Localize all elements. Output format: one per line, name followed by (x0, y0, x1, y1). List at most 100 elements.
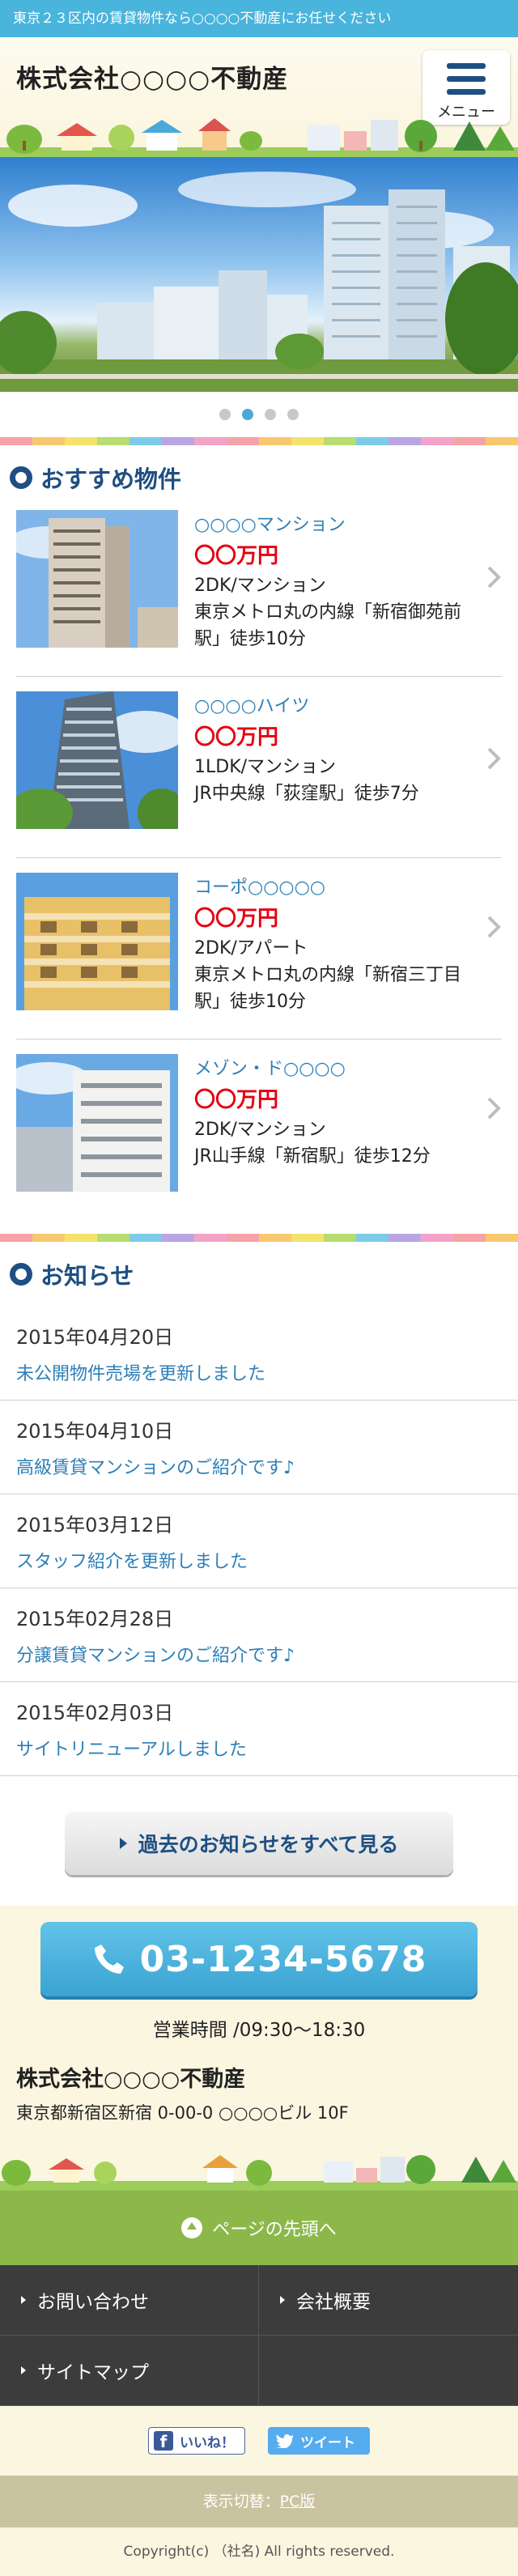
news-date: 2015年02月28日 (16, 1608, 174, 1630)
footer-nav-empty (259, 2336, 518, 2406)
property-photo (16, 691, 178, 829)
slider-dot[interactable] (287, 409, 299, 420)
chevron-right-icon (486, 915, 502, 939)
news-link[interactable]: 分譲賃貸マンションのご紹介です♪ (16, 1641, 502, 1667)
triangle-right-icon (280, 2296, 285, 2304)
triangle-right-icon (21, 2296, 26, 2304)
news-link[interactable]: 高級賃貸マンションのご紹介です♪ (16, 1453, 502, 1479)
news-date: 2015年02月03日 (16, 1702, 174, 1724)
property-info: ○○○○マンション 〇〇万円 2DK/マンション 東京メトロ丸の内線「新宿御苑前… (194, 510, 478, 653)
arrow-up-icon (181, 2217, 203, 2238)
hamburger-icon (447, 63, 486, 96)
property-photo (16, 1054, 178, 1192)
property-price: 〇〇万円 (194, 1088, 279, 1112)
property-type: 1LDK/マンション (194, 757, 337, 777)
facebook-like-button[interactable]: f いいね！ (148, 2427, 245, 2455)
triangle-right-icon (119, 1838, 127, 1849)
facebook-like-label: いいね！ (180, 2434, 235, 2451)
news-link[interactable]: 未公開物件売場を更新しました (16, 1359, 502, 1385)
news-item[interactable]: 2015年04月20日 未公開物件売場を更新しました (0, 1307, 518, 1401)
property-info: メゾン・ド○○○○ 〇〇万円 2DK/マンション JR山手線「新宿駅」徒歩12分 (194, 1054, 478, 1170)
rainbow-divider (0, 437, 518, 445)
footer-nav-label: サイトマップ (37, 2362, 149, 2383)
footer-nav: お問い合わせ 会社概要 サイトマップ (0, 2265, 518, 2406)
copyright: Copyright(c) （社名) All rights reserved. (0, 2527, 518, 2576)
property-list: ○○○○マンション 〇〇万円 2DK/マンション 東京メトロ丸の内線「新宿御苑前… (0, 510, 518, 1234)
section-title-text: おすすめ物件 (40, 465, 182, 493)
property-item[interactable]: ○○○○マンション 〇〇万円 2DK/マンション 東京メトロ丸の内線「新宿御苑前… (16, 510, 502, 677)
social-buttons: f いいね！ ツイート (0, 2406, 518, 2476)
back-to-top-label: ページの先頭へ (212, 2220, 337, 2240)
property-name[interactable]: コーポ○○○○○ (194, 873, 478, 899)
site-header: 株式会社○○○○不動産 メニュー (0, 37, 518, 157)
property-name[interactable]: ○○○○マンション (194, 510, 478, 536)
property-price: 〇〇万円 (194, 544, 279, 568)
slider-dot[interactable] (219, 409, 231, 420)
section-title-recommended: おすすめ物件 (0, 445, 518, 510)
section-title-news: お知らせ (0, 1242, 518, 1307)
property-item[interactable]: コーポ○○○○○ 〇〇万円 2DK/アパート 東京メトロ丸の内線「新宿三丁目駅」… (16, 858, 502, 1039)
property-price: 〇〇万円 (194, 725, 279, 750)
facebook-icon: f (154, 2431, 173, 2451)
news-date: 2015年03月12日 (16, 1514, 174, 1537)
property-item[interactable]: ○○○○ハイツ 〇〇万円 1LDK/マンション JR中央線「荻窪駅」徒歩7分 (16, 677, 502, 858)
footer-company-name: 株式会社○○○○不動産 (16, 2067, 246, 2092)
view-all-news-label: 過去のお知らせをすべて見る (138, 1833, 399, 1856)
property-photo (16, 873, 178, 1010)
slider-pagination (0, 392, 518, 437)
property-item[interactable]: メゾン・ド○○○○ 〇〇万円 2DK/マンション JR山手線「新宿駅」徒歩12分 (16, 1039, 502, 1234)
property-name[interactable]: メゾン・ド○○○○ (194, 1054, 478, 1080)
slider-dot[interactable] (265, 409, 276, 420)
tweet-button[interactable]: ツイート (268, 2427, 370, 2455)
phone-icon (94, 1945, 124, 1974)
back-to-top-button[interactable]: ページの先頭へ (0, 2191, 518, 2265)
property-type: 2DK/アパート (194, 938, 308, 959)
phone-call-button[interactable]: 03-1234-5678 (40, 1922, 478, 1996)
hero-slider[interactable] (0, 157, 518, 392)
chevron-right-icon (486, 746, 502, 771)
footer-nav-label: 会社概要 (296, 2292, 371, 2313)
news-date: 2015年04月10日 (16, 1420, 174, 1443)
triangle-right-icon (21, 2366, 26, 2374)
property-type: 2DK/マンション (194, 1120, 326, 1140)
chevron-right-icon (486, 565, 502, 589)
news-list: 2015年04月20日 未公開物件売場を更新しました 2015年04月10日 高… (0, 1307, 518, 1776)
news-item[interactable]: 2015年03月12日 スタッフ紹介を更新しました (0, 1494, 518, 1588)
business-hours: 営業時間 /09:30〜18:30 (152, 2020, 366, 2041)
site-logo-title[interactable]: 株式会社○○○○不動産 (16, 58, 288, 95)
circle-bullet-icon (10, 466, 32, 489)
news-link[interactable]: サイトリニューアルしました (16, 1735, 502, 1761)
property-access: JR中央線「荻窪駅」徒歩7分 (194, 784, 419, 804)
town-illustration (0, 2155, 518, 2191)
rainbow-divider (0, 1234, 518, 1242)
recommended-section: おすすめ物件 ○○○○マンション 〇〇万円 2DK/マンション 東京メトロ丸の内… (0, 445, 518, 1234)
display-switch: 表示切替：PC版 (0, 2476, 518, 2527)
pc-version-link[interactable]: PC版 (280, 2493, 316, 2510)
footer-nav-sitemap[interactable]: サイトマップ (0, 2336, 259, 2406)
property-name[interactable]: ○○○○ハイツ (194, 691, 478, 717)
property-info: ○○○○ハイツ 〇〇万円 1LDK/マンション JR中央線「荻窪駅」徒歩7分 (194, 691, 478, 807)
section-title-text: お知らせ (40, 1262, 134, 1290)
footer-nav-label: お問い合わせ (37, 2292, 149, 2313)
property-price: 〇〇万円 (194, 907, 279, 931)
tweet-label: ツイート (300, 2434, 355, 2451)
circle-bullet-icon (10, 1263, 32, 1286)
news-item[interactable]: 2015年02月03日 サイトリニューアルしました (0, 1682, 518, 1776)
page: 東京２３区内の賃貸物件なら○○○○不動産にお任せください 株式会社○○○○不動産… (0, 0, 518, 2576)
phone-number: 03-1234-5678 (139, 1938, 427, 1980)
news-item[interactable]: 2015年04月10日 高級賃貸マンションのご紹介です♪ (0, 1401, 518, 1494)
property-photo (16, 510, 178, 648)
news-link[interactable]: スタッフ紹介を更新しました (16, 1547, 502, 1573)
news-item[interactable]: 2015年02月28日 分譲賃貸マンションのご紹介です♪ (0, 1588, 518, 1682)
footer-nav-contact[interactable]: お問い合わせ (0, 2265, 259, 2336)
display-switch-prefix: 表示切替： (202, 2493, 280, 2510)
hero-slide-image (0, 172, 518, 392)
property-type: 2DK/マンション (194, 576, 326, 596)
property-info: コーポ○○○○○ 〇〇万円 2DK/アパート 東京メトロ丸の内線「新宿三丁目駅」… (194, 873, 478, 1015)
footer-nav-company[interactable]: 会社概要 (259, 2265, 518, 2336)
view-all-news-button[interactable]: 過去のお知らせをすべて見る (65, 1812, 453, 1875)
news-more-wrap: 過去のお知らせをすべて見る (0, 1776, 518, 1906)
slider-dot[interactable] (242, 409, 253, 420)
property-access: 東京メトロ丸の内線「新宿御苑前駅」徒歩10分 (194, 602, 462, 649)
property-access: 東京メトロ丸の内線「新宿三丁目駅」徒歩10分 (194, 965, 462, 1012)
